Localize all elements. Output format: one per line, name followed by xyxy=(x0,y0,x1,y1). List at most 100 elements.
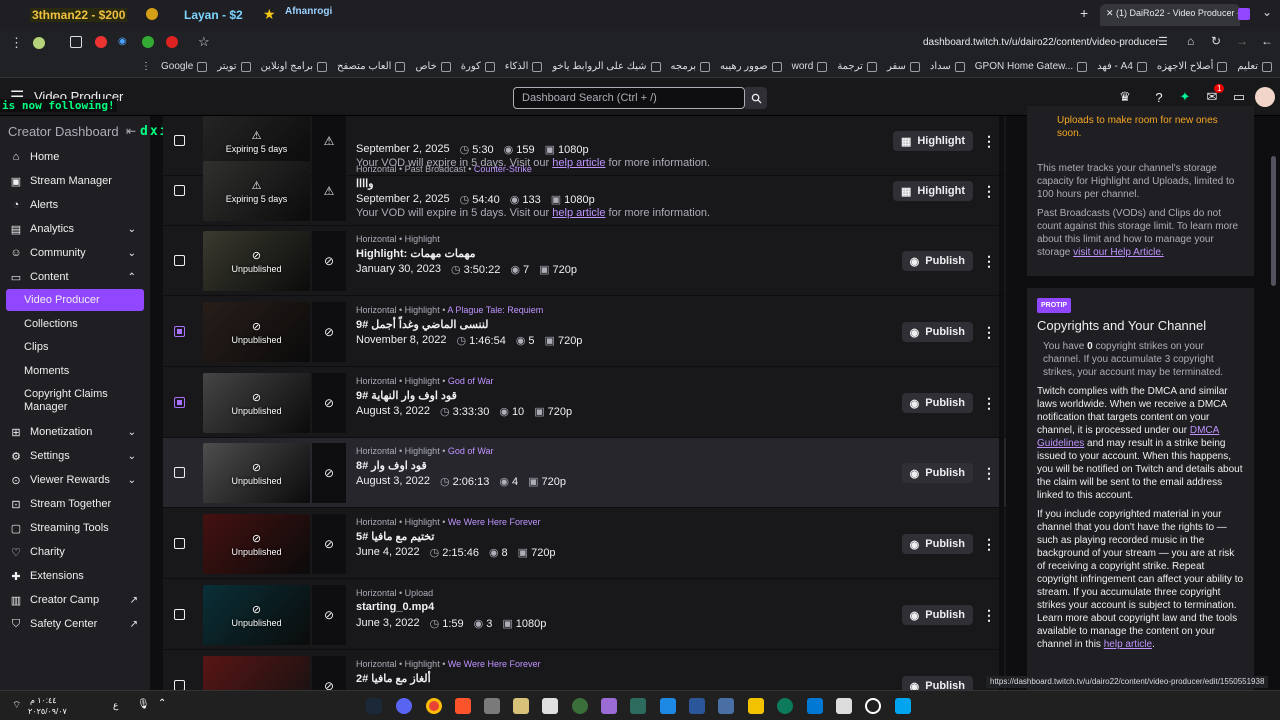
more-options-icon[interactable]: ⋮ xyxy=(982,323,996,341)
crown-icon[interactable]: ♛ xyxy=(1117,89,1133,105)
app-icon-1[interactable] xyxy=(484,698,500,714)
game-link[interactable]: A Plague Tale: Requiem xyxy=(447,305,543,315)
video-row[interactable]: ⊘ Unpublished ⊘ Horizontal • Highlight • We… xyxy=(163,509,1006,579)
publish-button[interactable]: ◉ Publish xyxy=(901,534,973,554)
video-thumbnail[interactable]: ⊘ Unpublished xyxy=(203,231,310,291)
sidebar-item-stream-together[interactable]: ⊡ Stream Together xyxy=(0,493,150,515)
sidebar-item-monetization[interactable]: ⊞ Monetization ⌄ xyxy=(0,421,150,443)
bookmark-link-check[interactable]: شيك على الروابط ياخو xyxy=(552,61,661,72)
sidebar-item-content[interactable]: ▭ Content ⌃ xyxy=(0,266,150,288)
sidebar-item-settings[interactable]: ⚙ Settings ⌄ xyxy=(0,445,150,467)
video-thumbnail[interactable]: ⚠ Expiring 5 days xyxy=(203,161,310,221)
calculator-icon[interactable] xyxy=(718,698,734,714)
sidebar-item-charity[interactable]: ♡ Charity xyxy=(0,541,150,563)
ext-red-icon[interactable] xyxy=(166,36,178,48)
search-icon[interactable] xyxy=(865,698,881,714)
more-options-icon[interactable]: ⋮ xyxy=(982,252,996,270)
bookmark-programming[interactable]: برمجه xyxy=(671,61,711,72)
highlight-button[interactable]: ▦ Highlight xyxy=(892,131,973,151)
publish-button[interactable]: ◉ Publish xyxy=(901,393,973,413)
sidebar-item-moments[interactable]: Moments xyxy=(0,360,150,382)
bookmark-translate[interactable]: ترجمة xyxy=(837,61,877,72)
active-tab[interactable]: ✕ (1) DaiRo22 - Video Producer - xyxy=(1100,4,1240,26)
ext-green-icon[interactable] xyxy=(142,36,154,48)
chrome-icon[interactable] xyxy=(426,698,442,714)
video-title[interactable]: واااا xyxy=(356,177,374,190)
video-title[interactable]: starting_0.mp4 xyxy=(356,601,434,613)
new-tab-button[interactable]: + xyxy=(1080,5,1088,21)
sidebar-item-clips[interactable]: Clips xyxy=(0,336,150,358)
bookmark-star-icon[interactable]: ☆ xyxy=(198,34,210,50)
home-icon[interactable]: ⌂ xyxy=(1187,34,1194,48)
video-row[interactable]: ⊘ Unpublished ⊘ Horizontal • Highlight • Go… xyxy=(163,438,1006,508)
help-article-link[interactable]: visit our Help Article. xyxy=(1073,247,1164,258)
video-row[interactable]: ⊘ Unpublished ⊘ Horizontal • Highlight Highl… xyxy=(163,226,1006,296)
row-checkbox[interactable] xyxy=(174,255,185,266)
row-checkbox[interactable] xyxy=(174,397,185,408)
video-thumbnail[interactable]: ⊘ Unpublished xyxy=(203,514,310,574)
publish-button[interactable]: ◉ Publish xyxy=(901,463,973,483)
back-icon[interactable]: ← xyxy=(1261,34,1273,48)
game-link[interactable]: God of War xyxy=(448,446,494,456)
bookmark-travel[interactable]: سفر xyxy=(887,61,920,72)
sidebar-item-streaming-tools[interactable]: ▢ Streaming Tools xyxy=(0,517,150,539)
app-icon-2[interactable] xyxy=(513,698,529,714)
panel-scrollbar[interactable] xyxy=(1271,156,1276,286)
video-row[interactable]: ⊘ Unpublished ⊘ Horizontal • Highlight • Go… xyxy=(163,368,1006,438)
more-options-icon[interactable]: ⋮ xyxy=(982,182,996,200)
brave-icon[interactable] xyxy=(455,698,471,714)
more-bookmarks-icon[interactable]: ⋮ xyxy=(141,61,151,72)
bookmark-twitter[interactable]: تويتر xyxy=(217,61,251,72)
row-checkbox[interactable] xyxy=(174,467,185,478)
row-checkbox[interactable] xyxy=(174,538,185,549)
sidebar-item-alerts[interactable]: ◔ Alerts xyxy=(0,194,150,216)
bookmark-sadad[interactable]: سداد xyxy=(930,61,965,72)
video-title[interactable]: Highlight: مهمات مهمات xyxy=(356,247,476,260)
publish-button[interactable]: ◉ Publish xyxy=(901,676,973,690)
video-title[interactable]: قود اوف وار النهاية #9 xyxy=(356,389,457,402)
video-row[interactable]: ⊘ Unpublished ⊘ Horizontal • Highlight • A … xyxy=(163,297,1006,367)
app-icon-5[interactable] xyxy=(630,698,646,714)
row-checkbox[interactable] xyxy=(174,135,185,146)
wifi-icon[interactable]: ⌔ xyxy=(12,701,21,711)
language-indicator[interactable]: ع xyxy=(113,701,118,710)
app-icon-6[interactable] xyxy=(660,698,676,714)
bookmark-ai[interactable]: الذكاء xyxy=(505,61,543,72)
profile-icon[interactable] xyxy=(33,37,45,49)
more-options-icon[interactable]: ⋮ xyxy=(982,394,996,412)
list-scrollbar[interactable] xyxy=(999,116,1004,690)
row-checkbox[interactable] xyxy=(174,326,185,337)
more-options-icon[interactable]: ⋮ xyxy=(982,464,996,482)
more-options-icon[interactable]: ⋮ xyxy=(982,132,996,150)
help-icon[interactable]: ? xyxy=(1151,89,1167,105)
game-link[interactable]: Counter-Strike xyxy=(474,164,532,174)
bookmark-google[interactable]: Google xyxy=(161,61,208,72)
reload-icon[interactable]: ↻ xyxy=(1211,34,1221,48)
sidebar-item-creator-camp[interactable]: ▥ Creator Camp ↗ xyxy=(0,589,150,611)
edge-icon[interactable] xyxy=(777,698,793,714)
video-row[interactable]: ⊘ Horizontal • Highlight • We Were Here F… xyxy=(163,651,1006,690)
discord-icon[interactable] xyxy=(396,698,412,714)
bookmark-education[interactable]: تعليم xyxy=(1237,61,1272,72)
whispers-icon[interactable]: ▭ xyxy=(1231,89,1247,105)
forward-icon[interactable]: → xyxy=(1236,34,1248,48)
video-thumbnail[interactable]: ⊘ Unpublished xyxy=(203,373,310,433)
bookmark-football[interactable]: كورة xyxy=(461,61,495,72)
row-checkbox[interactable] xyxy=(174,609,185,620)
store-icon[interactable] xyxy=(542,698,558,714)
sidebar-item-stream-manager[interactable]: ▣ Stream Manager xyxy=(0,170,150,192)
sidebar-item-copyright-claims[interactable]: Copyright Claims Manager xyxy=(0,386,120,416)
mail-icon[interactable] xyxy=(807,698,823,714)
game-link[interactable]: We Were Here Forever xyxy=(448,659,541,669)
bookmark-word[interactable]: word xyxy=(792,61,828,72)
tray-chevron-icon[interactable]: ⌃ xyxy=(158,699,166,709)
bookmark-online-tools[interactable]: برامج اونلاين xyxy=(261,61,327,72)
copyright-help-link[interactable]: help article xyxy=(1104,639,1152,650)
avatar[interactable] xyxy=(1255,87,1275,107)
sidebar-item-extensions[interactable]: ✚ Extensions xyxy=(0,565,150,587)
video-title[interactable]: قود اوف وار #8 xyxy=(356,459,427,472)
row-checkbox[interactable] xyxy=(174,185,185,196)
publish-button[interactable]: ◉ Publish xyxy=(901,322,973,342)
sidebar-item-home[interactable]: ⌂ Home xyxy=(0,146,150,168)
video-thumbnail[interactable]: ⊘ Unpublished xyxy=(203,585,310,645)
